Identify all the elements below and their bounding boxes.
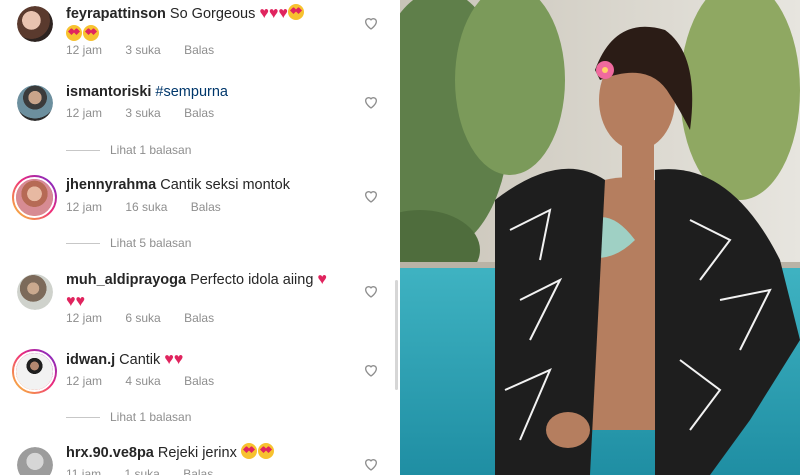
view-replies-label[interactable]: Lihat 1 balasan bbox=[110, 143, 191, 157]
comment-time: 11 jam bbox=[66, 467, 102, 475]
heart-eyes-emoji-icon bbox=[257, 443, 274, 459]
hashtag-link[interactable]: #sempurna bbox=[155, 84, 228, 100]
comment-username[interactable]: ismantoriski bbox=[66, 84, 151, 100]
heart-outline-icon[interactable] bbox=[363, 188, 379, 204]
comment-username[interactable]: feyrapattinson bbox=[66, 6, 166, 22]
comment-meta: 11 jam 1 suka Balas bbox=[66, 467, 233, 475]
reply-button[interactable]: Balas bbox=[184, 374, 214, 388]
reply-button[interactable]: Balas bbox=[184, 311, 214, 325]
avatar-with-story-ring[interactable] bbox=[12, 175, 57, 220]
comment-username[interactable]: muh_aldiprayoga bbox=[66, 272, 186, 288]
comment-body: ismantoriski #sempurna bbox=[66, 82, 356, 103]
heart-emoji-icon: ♥♥ bbox=[164, 351, 184, 368]
post-photo-illustration bbox=[400, 0, 800, 475]
comment-meta: 12 jam 3 suka Balas bbox=[66, 43, 234, 57]
heart-eyes-emoji-icon bbox=[83, 25, 99, 41]
heart-outline-icon[interactable] bbox=[363, 283, 379, 299]
comment-likes[interactable]: 3 suka bbox=[125, 106, 160, 120]
heart-outline-icon[interactable] bbox=[363, 362, 379, 378]
scrollbar-thumb[interactable] bbox=[395, 280, 398, 390]
comment-time: 12 jam bbox=[66, 43, 103, 57]
view-replies-label[interactable]: Lihat 1 balasan bbox=[110, 410, 191, 424]
comment-likes[interactable]: 4 suka bbox=[125, 374, 160, 388]
comment-meta: 12 jam 6 suka Balas bbox=[66, 311, 234, 325]
comment-body: jhennyrahma Cantik seksi montok bbox=[66, 175, 356, 196]
avatar-with-story-ring[interactable] bbox=[12, 349, 57, 394]
comment-username[interactable]: jhennyrahma bbox=[66, 177, 156, 193]
comment-text: Rejeki jerinx bbox=[157, 445, 237, 461]
comment-username[interactable]: idwan.j bbox=[66, 352, 115, 368]
comment-body: feyrapattinson So Gorgeous ♥♥♥ bbox=[66, 3, 356, 46]
view-replies-button[interactable]: Lihat 1 balasan bbox=[66, 410, 191, 424]
divider bbox=[66, 149, 100, 151]
comment-body: hrx.90.ve8pa Rejeki jerinx bbox=[66, 443, 356, 464]
heart-outline-icon[interactable] bbox=[363, 94, 379, 110]
reply-button[interactable]: Balas bbox=[191, 200, 221, 214]
comment-likes[interactable]: 16 suka bbox=[125, 200, 167, 214]
avatar[interactable] bbox=[17, 274, 53, 310]
divider bbox=[66, 416, 100, 418]
post-photo bbox=[400, 0, 800, 475]
heart-eyes-emoji-icon bbox=[66, 25, 82, 41]
avatar[interactable] bbox=[17, 6, 53, 42]
reply-button[interactable]: Balas bbox=[184, 43, 214, 57]
view-replies-button[interactable]: Lihat 1 balasan bbox=[66, 143, 191, 157]
comment-username[interactable]: hrx.90.ve8pa bbox=[66, 445, 154, 461]
reply-button[interactable]: Balas bbox=[184, 106, 214, 120]
heart-emoji-icon: ♥♥♥ bbox=[259, 5, 288, 22]
comment-likes[interactable]: 3 suka bbox=[125, 43, 160, 57]
comment-time: 12 jam bbox=[66, 200, 103, 214]
comment-body: idwan.j Cantik ♥♥ bbox=[66, 349, 356, 371]
avatar[interactable] bbox=[17, 447, 53, 475]
comment-text: Cantik bbox=[119, 352, 161, 368]
comment-time: 12 jam bbox=[66, 106, 103, 120]
comment-time: 12 jam bbox=[66, 374, 103, 388]
heart-emoji-icon: ♥ bbox=[317, 271, 327, 288]
comment-meta: 12 jam 3 suka Balas bbox=[66, 106, 234, 120]
comment-likes[interactable]: 1 suka bbox=[124, 467, 159, 475]
comment-text: So Gorgeous bbox=[169, 6, 256, 22]
comment-text: Cantik seksi montok bbox=[160, 177, 290, 193]
comment-body: muh_aldiprayoga Perfecto idola aiing ♥ ♥♥ bbox=[66, 269, 356, 313]
heart-outline-icon[interactable] bbox=[363, 15, 379, 31]
heart-eyes-emoji-icon bbox=[240, 443, 257, 459]
reply-button[interactable]: Balas bbox=[183, 467, 213, 475]
comments-panel: feyrapattinson So Gorgeous ♥♥♥ 12 jam 3 s… bbox=[0, 0, 400, 475]
avatar[interactable] bbox=[17, 85, 53, 121]
divider bbox=[66, 242, 100, 244]
heart-outline-icon[interactable] bbox=[363, 456, 379, 472]
view-replies-label[interactable]: Lihat 5 balasan bbox=[110, 236, 191, 250]
view-replies-button[interactable]: Lihat 5 balasan bbox=[66, 236, 191, 250]
comment-text: Perfecto idola aiing bbox=[190, 272, 314, 288]
heart-emoji-icon: ♥♥ bbox=[66, 293, 85, 310]
comment-time: 12 jam bbox=[66, 311, 103, 325]
comment-meta: 12 jam 16 suka Balas bbox=[66, 200, 241, 214]
comment-meta: 12 jam 4 suka Balas bbox=[66, 374, 234, 388]
heart-eyes-emoji-icon bbox=[287, 4, 304, 20]
comment-likes[interactable]: 6 suka bbox=[125, 311, 160, 325]
